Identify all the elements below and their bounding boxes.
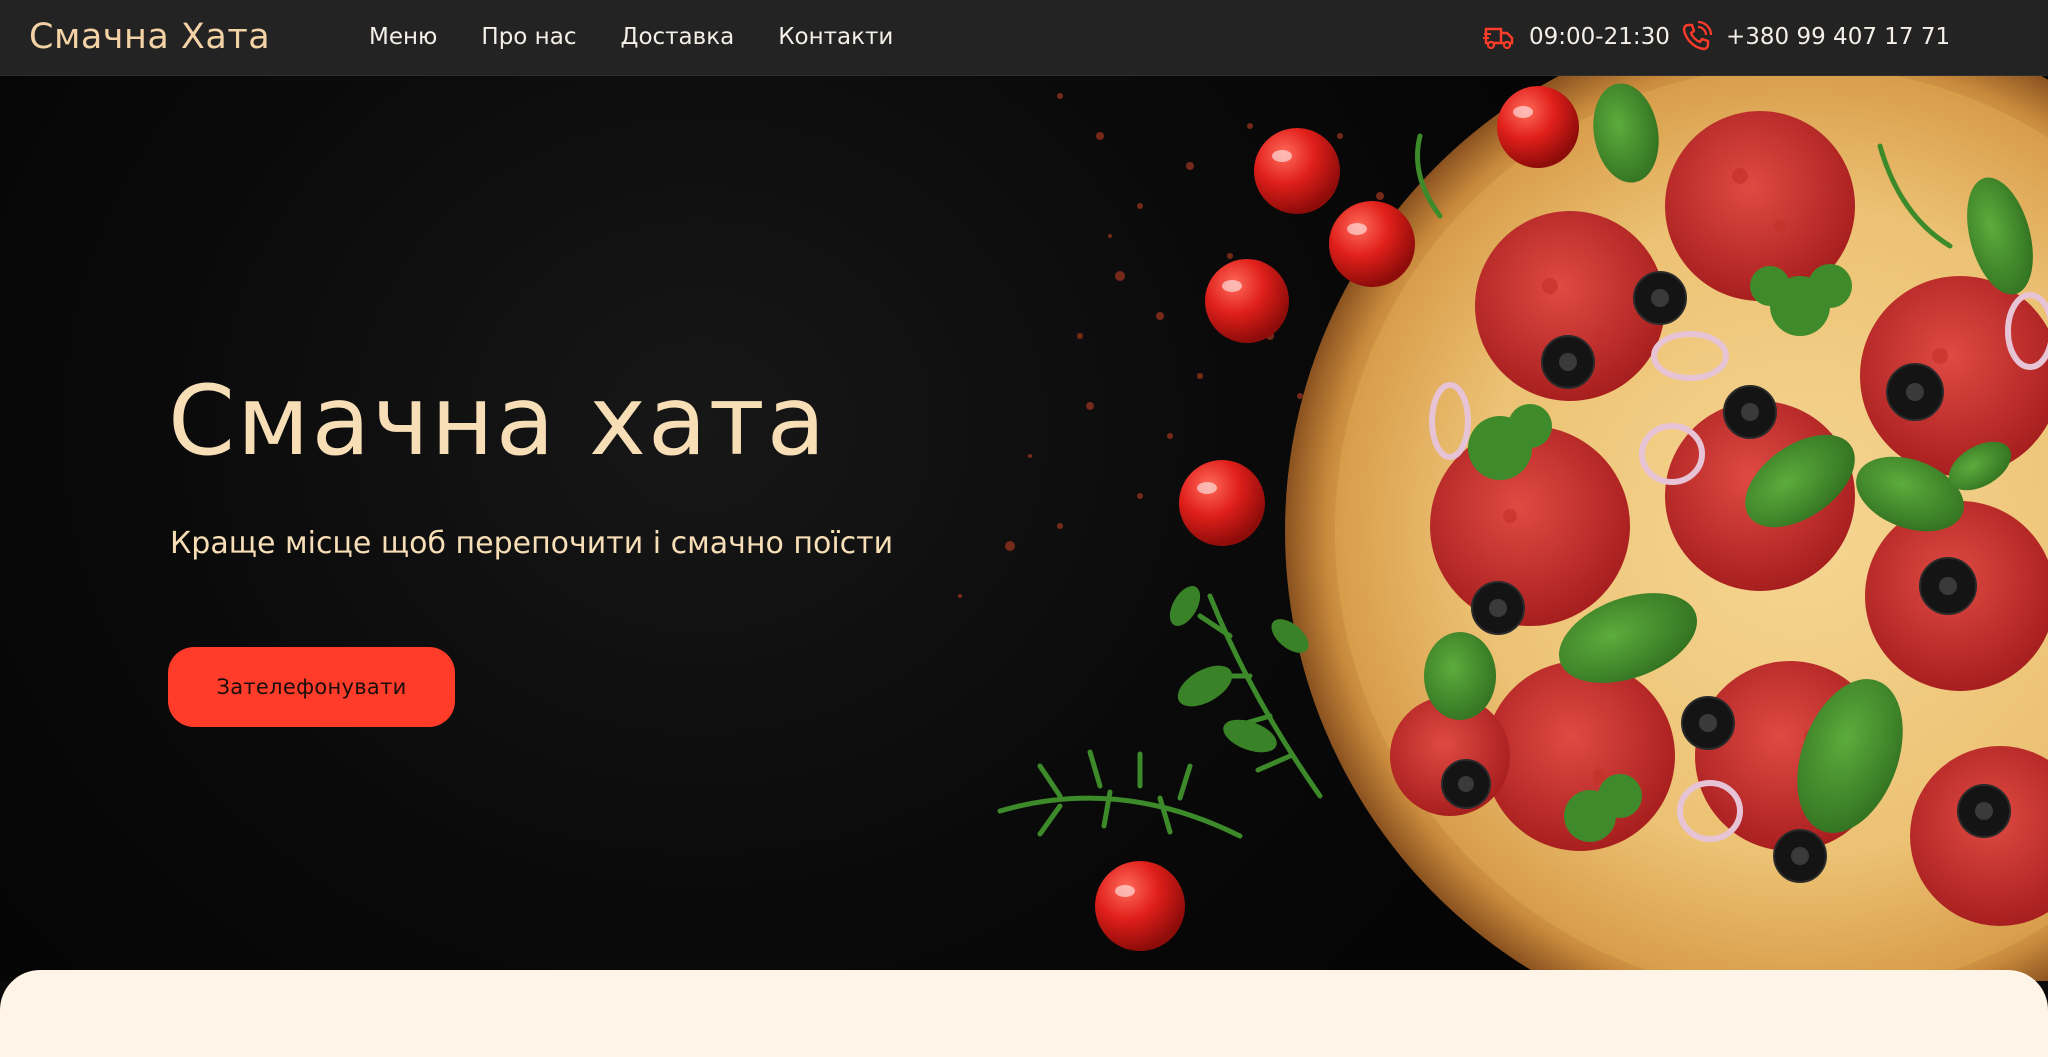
nav-item-contacts[interactable]: Контакти xyxy=(778,19,893,55)
hero-section: Смачна хата Краще місце щоб перепочити і… xyxy=(0,76,2048,981)
working-hours-text: 09:00-21:30 xyxy=(1529,24,1670,50)
hero-title: Смачна хата xyxy=(168,365,828,477)
nav-item-about[interactable]: Про нас xyxy=(481,19,576,55)
phone-number: +380 99 407 17 71 xyxy=(1726,24,1951,50)
logo[interactable]: Смачна Хата xyxy=(29,14,270,60)
nav-item-menu[interactable]: Меню xyxy=(369,19,437,55)
working-hours: 09:00-21:30 xyxy=(1483,19,1670,55)
phone-call-icon xyxy=(1682,21,1712,51)
hero-subtitle: Краще місце щоб перепочити і смачно поїс… xyxy=(170,526,894,561)
phone-link[interactable]: +380 99 407 17 71 xyxy=(1680,19,1950,55)
delivery-clock-icon xyxy=(1483,27,1514,50)
site-header: Смачна Хата Меню Про нас Доставка Контак… xyxy=(0,0,2048,76)
call-button[interactable]: Зателефонувати xyxy=(168,647,455,727)
nav-item-delivery[interactable]: Доставка xyxy=(620,19,734,55)
next-section xyxy=(0,970,2048,1057)
main-nav: Меню Про нас Доставка Контакти xyxy=(369,19,937,55)
